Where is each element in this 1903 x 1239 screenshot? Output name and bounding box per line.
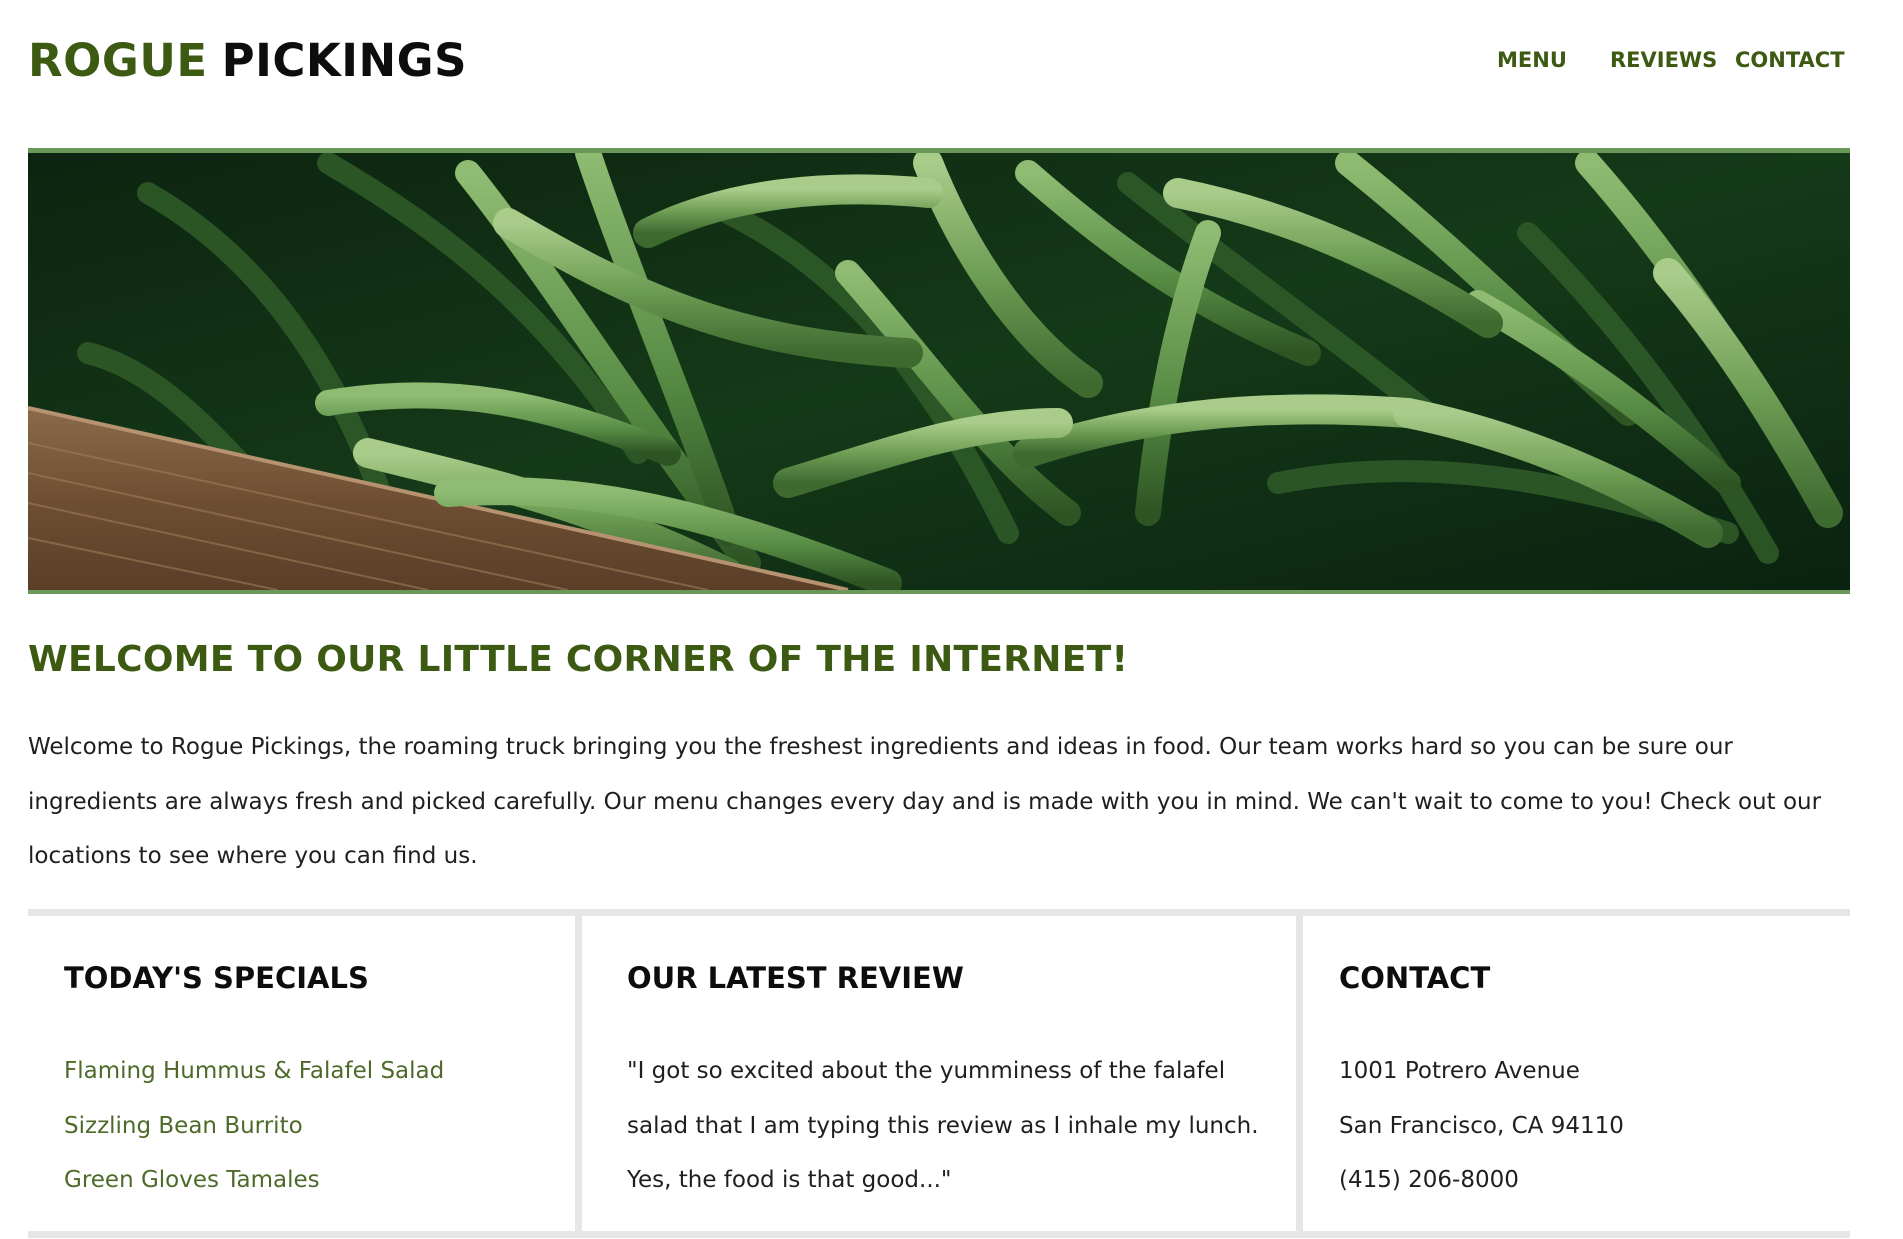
- specials-column: TODAY'S SPECIALS Flaming Hummus & Falafe…: [28, 909, 575, 1231]
- contact-details: 1001 Potrero Avenue San Francisco, CA 94…: [1339, 1044, 1624, 1208]
- column-divider: [1296, 909, 1303, 1238]
- special-item-link[interactable]: Green Gloves Tamales: [64, 1153, 444, 1208]
- contact-phone: (415) 206-8000: [1339, 1167, 1519, 1193]
- hero-image: [28, 148, 1850, 594]
- logo-word-rogue: ROGUE: [28, 34, 208, 87]
- review-column: OUR LATEST REVIEW "I got so excited abou…: [582, 909, 1296, 1231]
- special-item-link[interactable]: Flaming Hummus & Falafel Salad: [64, 1044, 444, 1099]
- nav-menu-link[interactable]: MENU: [1497, 46, 1567, 74]
- contact-column: CONTACT 1001 Potrero Avenue San Francisc…: [1303, 909, 1850, 1231]
- divider-bottom: [28, 1231, 1850, 1238]
- welcome-paragraph: Welcome to Rogue Pickings, the roaming t…: [28, 734, 1822, 869]
- contact-heading: CONTACT: [1339, 961, 1491, 995]
- contact-address-line1: 1001 Potrero Avenue: [1339, 1058, 1580, 1084]
- specials-list: Flaming Hummus & Falafel Salad Sizzling …: [64, 1044, 444, 1208]
- logo-word-pickings: PICKINGS: [221, 34, 467, 87]
- site-logo[interactable]: ROGUE PICKINGS: [28, 34, 467, 88]
- special-item-link[interactable]: Sizzling Bean Burrito: [64, 1099, 444, 1154]
- info-columns: TODAY'S SPECIALS Flaming Hummus & Falafe…: [28, 909, 1850, 1239]
- nav-contact-link[interactable]: CONTACT: [1735, 46, 1845, 74]
- review-heading: OUR LATEST REVIEW: [627, 961, 964, 995]
- site-header: ROGUE PICKINGS MENU REVIEWS CONTACT: [0, 0, 1903, 140]
- nav-reviews-link[interactable]: REVIEWS: [1610, 46, 1717, 74]
- review-quote: "I got so excited about the yumminess of…: [627, 1058, 1259, 1193]
- green-beans-photo: [28, 153, 1850, 590]
- contact-address-line2: San Francisco, CA 94110: [1339, 1112, 1624, 1139]
- column-divider: [575, 909, 582, 1238]
- welcome-heading: WELCOME TO OUR LITTLE CORNER OF THE INTE…: [28, 639, 1129, 680]
- specials-heading: TODAY'S SPECIALS: [64, 961, 369, 995]
